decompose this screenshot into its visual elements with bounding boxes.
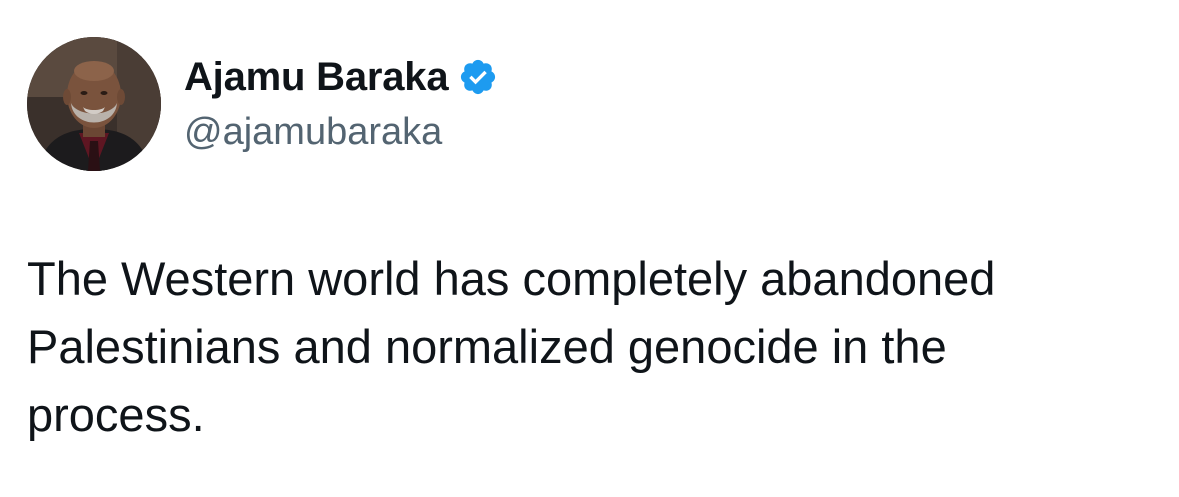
tweet-card: Ajamu Baraka @ajamubaraka The Western wo… [0, 0, 1179, 497]
tweet-text: The Western world has completely abandon… [27, 252, 996, 441]
author-handle[interactable]: @ajamubaraka [184, 110, 442, 154]
profile-photo [27, 37, 161, 171]
author-name-row[interactable]: Ajamu Baraka [184, 54, 498, 100]
author-display-name[interactable]: Ajamu Baraka [184, 54, 449, 100]
verified-badge-icon[interactable] [458, 57, 498, 97]
author-avatar[interactable] [27, 37, 161, 171]
